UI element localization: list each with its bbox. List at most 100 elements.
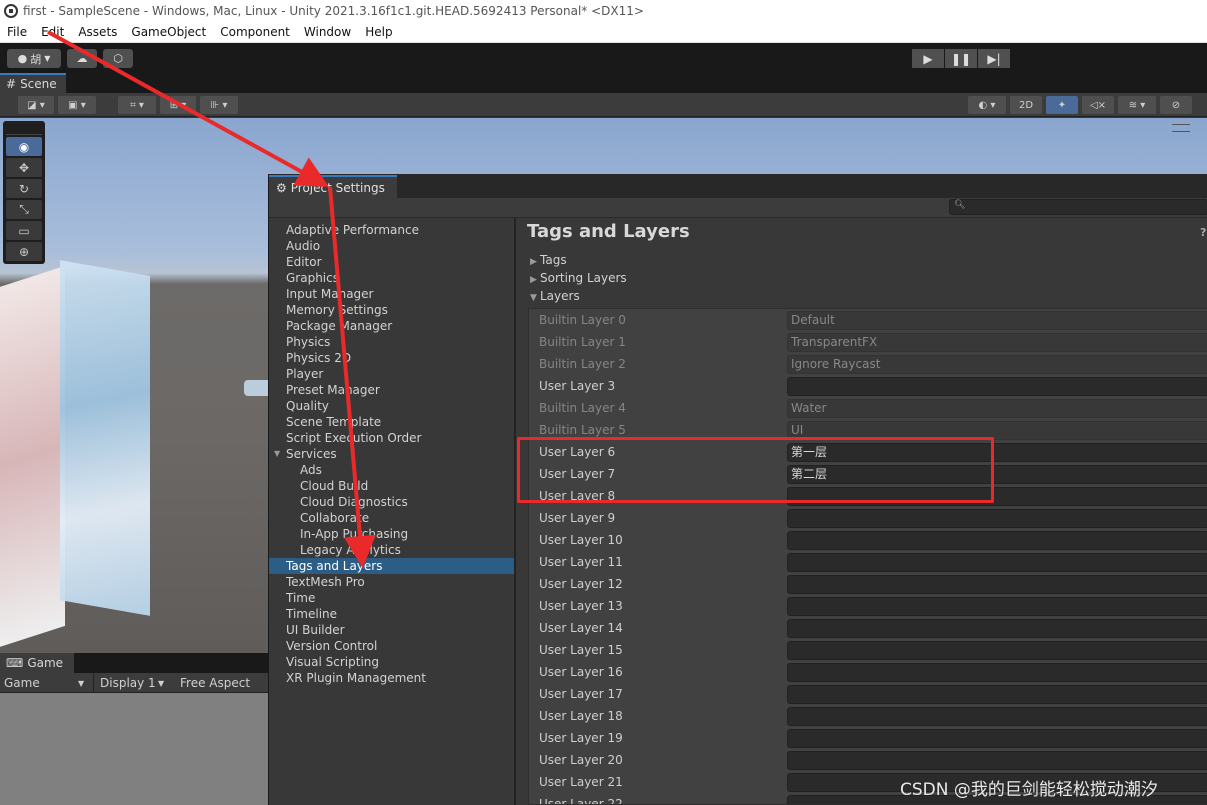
cloud-button[interactable]: ☁ [67, 49, 97, 68]
nav-item[interactable]: Player [269, 366, 514, 382]
gamepad-icon: ⌨ [6, 656, 24, 670]
hamburger-icon[interactable] [1172, 124, 1190, 132]
nav-item[interactable]: Scene Template [269, 414, 514, 430]
nav-item[interactable]: TextMesh Pro [269, 574, 514, 590]
layer-row: User Layer 14 [529, 617, 1207, 639]
help-icon[interactable]: ? [1200, 226, 1206, 239]
nav-item[interactable]: Cloud Build [269, 478, 514, 494]
project-settings-tab-label: Project Settings [290, 180, 385, 195]
layer-name-field[interactable] [787, 619, 1207, 638]
nav-item[interactable]: UI Builder [269, 622, 514, 638]
layer-name-field[interactable] [787, 707, 1207, 726]
layer-name-field[interactable] [787, 531, 1207, 550]
nav-item[interactable]: Tags and Layers [269, 558, 514, 574]
nav-item[interactable]: Audio [269, 238, 514, 254]
menu-edit[interactable]: Edit [34, 25, 71, 39]
layer-name-field[interactable] [787, 509, 1207, 528]
tab-game[interactable]: ⌨ Game [0, 653, 74, 673]
nav-item[interactable]: Physics [269, 334, 514, 350]
scene-toolbar: ◪ ▾ ▣ ▾ ⌗ ▾ ⊞ ▾ ⊪ ▾ ◐ ▾ 2D ✦ ◁× ≋ ▾ ⊘ [0, 93, 1207, 117]
scene-object-left[interactable] [0, 265, 65, 651]
tab-project-settings[interactable]: ⚙ Project Settings [269, 175, 397, 198]
layer-name-field[interactable] [787, 377, 1207, 396]
nav-item[interactable]: Ads [269, 462, 514, 478]
layer-name-field[interactable] [787, 553, 1207, 572]
layer-name-field[interactable] [787, 575, 1207, 594]
ruler-dropdown[interactable]: ⊪ ▾ [200, 96, 238, 114]
aspect-select[interactable]: Free Aspect [180, 676, 250, 690]
nav-item[interactable]: In-App Purchasing [269, 526, 514, 542]
effects-dropdown[interactable]: ≋ ▾ [1118, 96, 1156, 114]
nav-item[interactable]: Package Manager [269, 318, 514, 334]
display-select[interactable]: Display 1 [100, 676, 156, 690]
pause-button[interactable]: ❚❚ [945, 49, 977, 68]
toggle-2d-button[interactable]: 2D [1010, 96, 1042, 114]
layer-row: Builtin Layer 4 Water [529, 397, 1207, 419]
rect-tool-button[interactable]: ▭ [6, 221, 42, 240]
menu-gameobject[interactable]: GameObject [124, 25, 213, 39]
nav-item[interactable]: Input Manager [269, 286, 514, 302]
nav-item[interactable]: Cloud Diagnostics [269, 494, 514, 510]
nav-item-label: Tags and Layers [286, 559, 383, 573]
nav-item[interactable]: Memory Settings [269, 302, 514, 318]
nav-item[interactable]: Graphics [269, 270, 514, 286]
layer-name-field[interactable] [787, 729, 1207, 748]
nav-item-label: Graphics [286, 271, 339, 285]
menu-help[interactable]: Help [358, 25, 399, 39]
menu-component[interactable]: Component [213, 25, 297, 39]
layer-name-field[interactable] [787, 663, 1207, 682]
nav-item[interactable]: ▼ Services [269, 446, 514, 462]
layer-label: User Layer 14 [539, 621, 623, 635]
search-input[interactable]: 🔍︎ [949, 199, 1207, 215]
move-tool-button[interactable]: ✥ [6, 158, 42, 177]
layers-foldout[interactable]: ▼ Layers [530, 289, 580, 303]
nav-item[interactable]: Script Execution Order [269, 430, 514, 446]
layer-name-field[interactable] [787, 597, 1207, 616]
lighting-toggle[interactable]: ✦ [1046, 96, 1078, 114]
nav-item-label: Collaborate [300, 511, 370, 525]
nav-item[interactable]: Version Control [269, 638, 514, 654]
view-tool-button[interactable]: ◉ [6, 137, 42, 156]
cube-icon: ▣ ▾ [68, 99, 86, 111]
scale-tool-button[interactable]: ⤡ [6, 200, 42, 219]
nav-item[interactable]: Legacy Analytics [269, 542, 514, 558]
nav-item[interactable]: Time [269, 590, 514, 606]
rotate-tool-button[interactable]: ↻ [6, 179, 42, 198]
scene-object-cube[interactable] [60, 260, 150, 616]
nav-item[interactable]: Collaborate [269, 510, 514, 526]
page-title: Tags and Layers [527, 221, 690, 242]
nav-item[interactable]: Preset Manager [269, 382, 514, 398]
step-button[interactable]: ▶| [978, 49, 1010, 68]
layer-name-field[interactable] [787, 751, 1207, 770]
nav-item[interactable]: Editor [269, 254, 514, 270]
increment-snap-dropdown[interactable]: ⊞ ▾ [160, 96, 196, 114]
draw-mode-dropdown[interactable]: ◪ ▾ [18, 96, 54, 114]
tab-scene[interactable]: # Scene [0, 73, 66, 93]
game-view-select[interactable]: Game [4, 676, 40, 690]
menu-assets[interactable]: Assets [71, 25, 124, 39]
render-mode-dropdown[interactable]: ◐ ▾ [968, 96, 1006, 114]
nav-item[interactable]: Visual Scripting [269, 654, 514, 670]
audio-toggle[interactable]: ◁× [1082, 96, 1114, 114]
light-bulb-icon: ✦ [1057, 99, 1067, 111]
sorting-layers-foldout[interactable]: ▶ Sorting Layers [530, 271, 627, 285]
collab-button[interactable]: ⬡ [103, 49, 133, 68]
menu-window[interactable]: Window [297, 25, 358, 39]
chevron-down-icon: ▼ [530, 293, 537, 303]
transform-tool-button[interactable]: ⊕ [6, 242, 42, 261]
tags-foldout[interactable]: ▶ Tags [530, 253, 567, 267]
palette-grip-icon[interactable] [6, 123, 42, 135]
visibility-toggle[interactable]: ⊘ [1160, 96, 1192, 114]
shading-dropdown[interactable]: ▣ ▾ [58, 96, 96, 114]
grid-snap-dropdown[interactable]: ⌗ ▾ [118, 96, 156, 114]
nav-item[interactable]: XR Plugin Management [269, 670, 514, 686]
nav-item[interactable]: Timeline [269, 606, 514, 622]
account-dropdown[interactable]: ● 胡 ▼ [7, 49, 61, 68]
layer-name-field[interactable] [787, 685, 1207, 704]
nav-item[interactable]: Quality [269, 398, 514, 414]
nav-item[interactable]: Adaptive Performance [269, 222, 514, 238]
menu-file[interactable]: File [0, 25, 34, 39]
nav-item[interactable]: Physics 2D [269, 350, 514, 366]
play-button[interactable]: ▶ [912, 49, 944, 68]
layer-name-field[interactable] [787, 641, 1207, 660]
